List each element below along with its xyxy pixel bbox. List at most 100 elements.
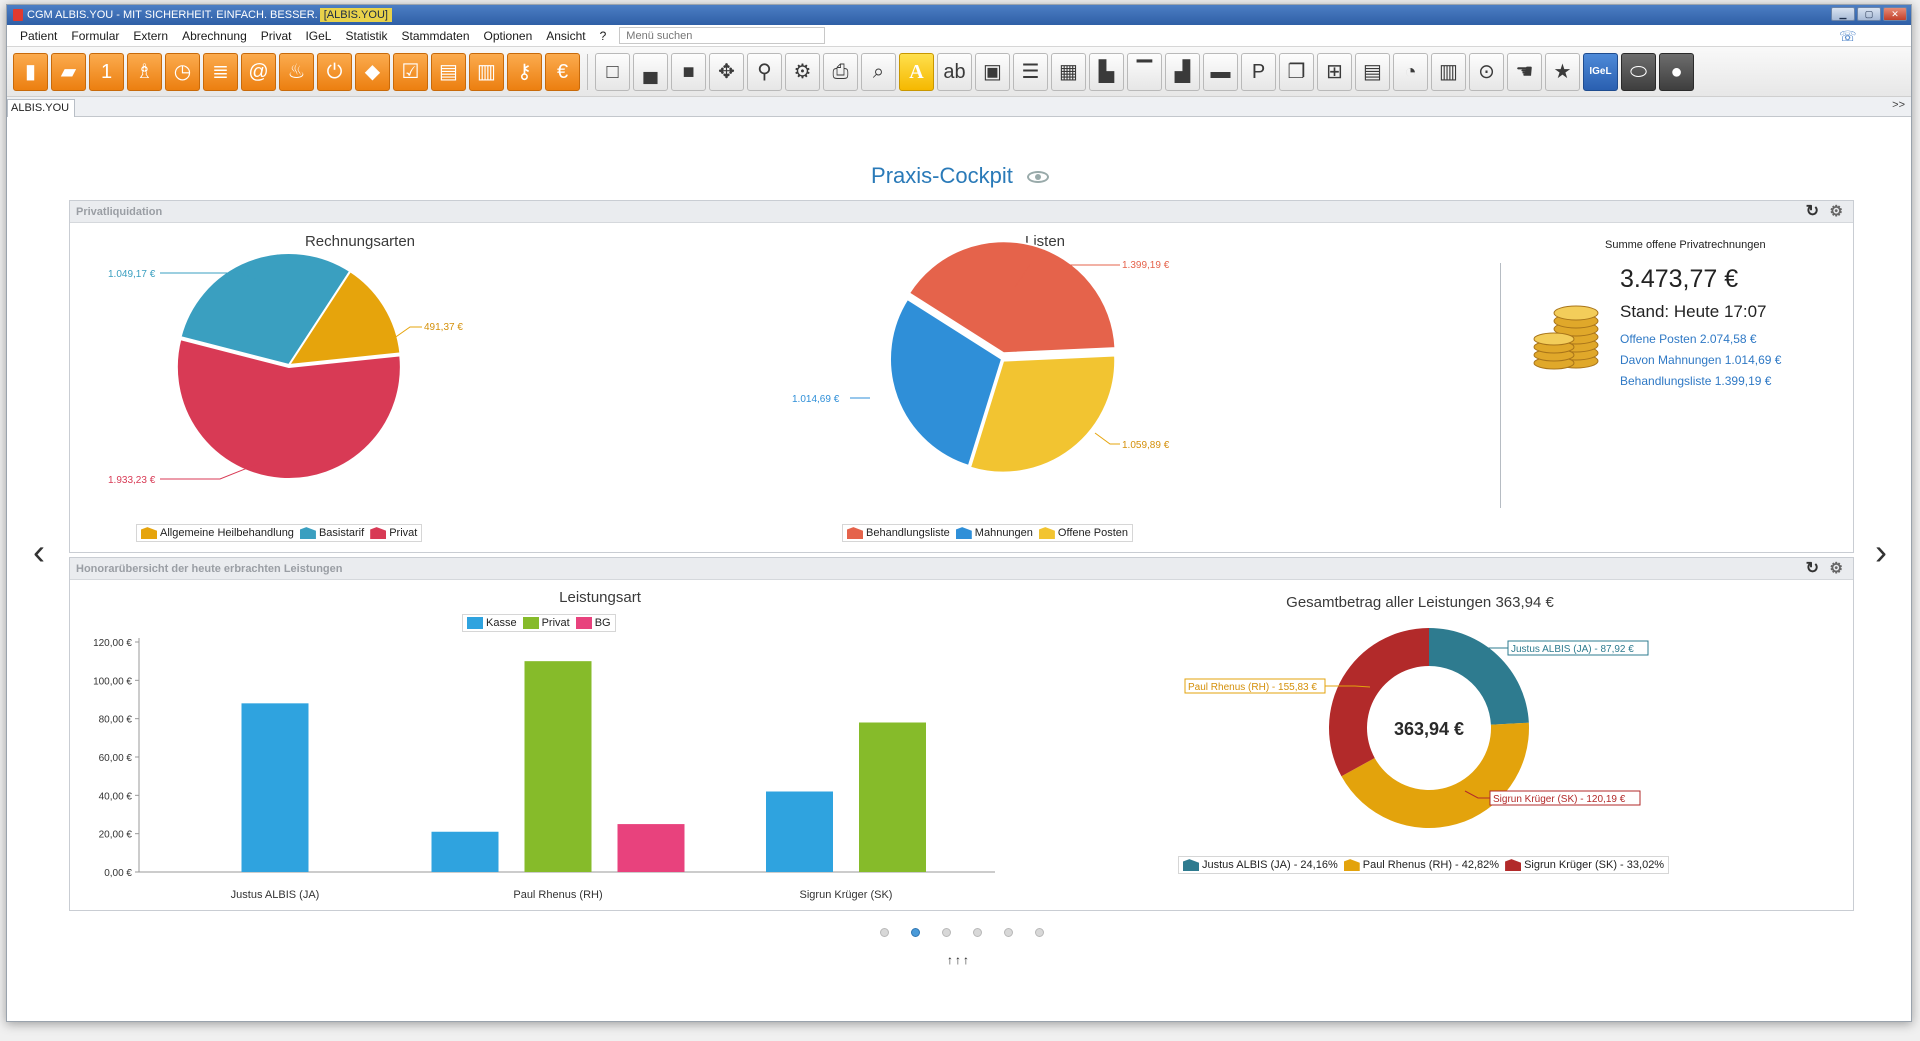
hand-icon[interactable]: ☚	[1507, 52, 1542, 91]
close-button[interactable]: ✕	[1883, 7, 1907, 21]
power-icon[interactable]: ⏻	[317, 52, 352, 91]
layout-corner-icon[interactable]: ▙	[1089, 52, 1124, 91]
page-dot[interactable]	[973, 928, 982, 937]
pie-slice-sigrun-kr-ger-sk-	[1329, 628, 1429, 777]
camera-icon[interactable]: ⊙	[1469, 52, 1504, 91]
legend-item[interactable]: Allgemeine Heilbehandlung	[141, 527, 294, 540]
transfer-icon[interactable]: ◆	[355, 52, 390, 91]
previous-page-arrow[interactable]: ‹	[33, 531, 45, 573]
binoculars-settings-icon[interactable]: ⚙	[785, 52, 820, 91]
favorite-icon[interactable]: ★	[1545, 52, 1580, 91]
refresh-icon[interactable]: ↻	[1806, 558, 1819, 580]
maximize-button[interactable]: ▢	[1857, 7, 1881, 21]
menu-ansicht[interactable]: Ansicht	[539, 29, 592, 43]
refresh-icon[interactable]: ↻	[1806, 201, 1819, 223]
page-dot-active[interactable]	[911, 928, 920, 937]
menu-search-input[interactable]	[619, 27, 826, 44]
link-offene-posten[interactable]: Offene Posten 2.074,58 €	[1620, 332, 1757, 346]
x-label-rh: Paul Rhenus (RH)	[513, 889, 602, 901]
albis-igel-icon[interactable]: IGeL	[1583, 52, 1618, 91]
layout-bars-icon[interactable]: ▬	[1203, 52, 1238, 91]
new-document-icon[interactable]: ▮	[13, 52, 48, 91]
calendar-day-icon[interactable]: 1	[89, 52, 124, 91]
font-color-icon[interactable]: A	[899, 52, 934, 91]
print-icon[interactable]: ⎙	[823, 52, 858, 91]
window-title: CGM ALBIS.YOU - MIT SICHERHEIT. EINFACH.…	[27, 9, 318, 21]
layout-right-icon[interactable]: ▟	[1165, 52, 1200, 91]
bar-chart-leistungsart: 0,00 € 20,00 € 40,00 € 60,00 € 80,00 € 100,00…	[93, 638, 995, 901]
open-folder-icon[interactable]: ▰	[51, 52, 86, 91]
book-icon[interactable]: ▥	[1431, 52, 1466, 91]
lab-icon[interactable]: ♨	[279, 52, 314, 91]
drop-icon[interactable]: ●	[1659, 52, 1694, 91]
skype-icon[interactable]: ☏	[1839, 28, 1857, 44]
legend-item[interactable]: Justus ALBIS (JA) - 24,16%	[1183, 859, 1338, 872]
document-list-icon[interactable]: ▤	[1355, 52, 1390, 91]
page-dot[interactable]	[1035, 928, 1044, 937]
eye-icon[interactable]	[1026, 171, 1049, 184]
form-icon[interactable]: ≣	[203, 52, 238, 91]
menu-patient[interactable]: Patient	[13, 29, 64, 43]
pill-icon[interactable]: ⬭	[1621, 52, 1656, 91]
menu-help[interactable]: ?	[593, 29, 614, 43]
menu-statistik[interactable]: Statistik	[338, 29, 394, 43]
checklist-icon[interactable]: ☑	[393, 52, 428, 91]
page-dot[interactable]	[942, 928, 951, 937]
patients-icon[interactable]: ♗	[127, 52, 162, 91]
layout-rows-icon[interactable]: ☰	[1013, 52, 1048, 91]
legend-label: Privat	[389, 527, 418, 539]
legend-swatch	[1505, 859, 1522, 872]
link-behandlungsliste[interactable]: Behandlungsliste 1.399,19 €	[1620, 374, 1771, 388]
next-page-arrow[interactable]: ›	[1875, 531, 1887, 573]
email-icon[interactable]: @	[241, 52, 276, 91]
layout-top-icon[interactable]: ▔	[1127, 52, 1162, 91]
menu-abrechnung[interactable]: Abrechnung	[175, 29, 254, 43]
legend-item[interactable]: Mahnungen	[955, 527, 1033, 540]
page-dot[interactable]	[1004, 928, 1013, 937]
binoculars-icon[interactable]: ⚲	[747, 52, 782, 91]
legend-item[interactable]: Sigrun Krüger (SK) - 33,02%	[1505, 859, 1664, 872]
legend-item[interactable]: Paul Rhenus (RH) - 42,82%	[1343, 859, 1499, 872]
legend-item[interactable]: Offene Posten	[1038, 527, 1128, 540]
clock-icon[interactable]: ◔	[1393, 52, 1428, 91]
statistics-icon[interactable]: ▥	[469, 52, 504, 91]
tab-albis-you[interactable]: ALBIS.YOU	[7, 99, 75, 117]
minimize-button[interactable]: ▁	[1831, 7, 1855, 21]
scroll-up-arrows[interactable]: ↑↑↑	[947, 953, 971, 967]
layout-split-icon[interactable]: ▦	[1051, 52, 1086, 91]
menu-formular[interactable]: Formular	[64, 29, 126, 43]
move-icon[interactable]: ✥	[709, 52, 744, 91]
gear-icon[interactable]: ⚙	[1830, 201, 1843, 223]
briefcase-icon[interactable]: ▤	[431, 52, 466, 91]
legend-item[interactable]: Behandlungsliste	[847, 527, 950, 540]
link-mahnungen[interactable]: Davon Mahnungen 1.014,69 €	[1620, 353, 1781, 367]
legend-item[interactable]: Basistarif	[299, 527, 364, 540]
legend-label: Mahnungen	[974, 527, 1033, 539]
euro-icon[interactable]: €	[545, 52, 580, 91]
window-full-icon[interactable]: ■	[671, 52, 706, 91]
key-icon[interactable]: ⚷	[507, 52, 542, 91]
window-half-icon[interactable]: ▄	[633, 52, 668, 91]
page-dot[interactable]	[880, 928, 889, 937]
gear-icon[interactable]: ⚙	[1830, 558, 1843, 580]
y-tick-label: 100,00 €	[93, 676, 132, 687]
tabs-more-button[interactable]: >>	[1892, 99, 1905, 111]
menu-stammdaten[interactable]: Stammdaten	[395, 29, 477, 43]
zoom-icon[interactable]: ⌕	[861, 52, 896, 91]
legend-item[interactable]: Privat	[370, 527, 418, 540]
text-abbreviation-icon[interactable]: ab	[937, 52, 972, 91]
summary-stand: Stand: Heute 17:07	[1620, 302, 1767, 321]
menu-optionen[interactable]: Optionen	[477, 29, 540, 43]
clock-document-icon[interactable]: ◷	[165, 52, 200, 91]
legend-swatch	[1343, 859, 1360, 872]
menu-extern[interactable]: Extern	[126, 29, 175, 43]
layout-small-icon[interactable]: ▣	[975, 52, 1010, 91]
windows-stack-icon[interactable]: ❐	[1279, 52, 1314, 91]
windows-grid-icon[interactable]: ⊞	[1317, 52, 1352, 91]
window-controls: ▁ ▢ ✕	[1831, 7, 1907, 21]
menu-privat[interactable]: Privat	[254, 29, 299, 43]
window-empty-icon[interactable]: □	[595, 52, 630, 91]
donut-center-value: 363,94 €	[1394, 719, 1464, 739]
patient-p-icon[interactable]: P	[1241, 52, 1276, 91]
menu-igel[interactable]: IGeL	[298, 29, 338, 43]
